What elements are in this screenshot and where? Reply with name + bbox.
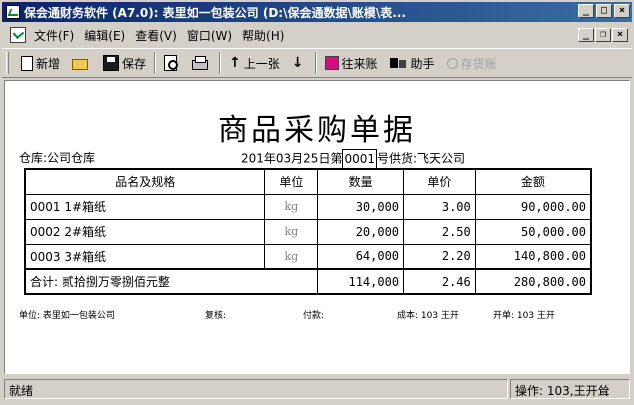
col-header-price: 单价 — [403, 168, 476, 195]
save-label: 保存 — [122, 56, 147, 71]
item-name-cell[interactable]: 0001 1#箱纸 — [24, 193, 266, 220]
next-record-button[interactable]: ↓ — [286, 51, 313, 75]
qty-cell[interactable]: 30,000 — [317, 193, 405, 220]
window-title: 保会通财务软件 (A7.0): 表里如一包装公司 (D:\保会通数据\账模\表.… — [24, 5, 406, 20]
price-cell[interactable]: 2.20 — [403, 243, 476, 270]
new-label: 新增 — [36, 56, 61, 71]
status-operator: 操作: 103,王开耸 — [510, 379, 630, 399]
col-header-unit: 单位 — [264, 168, 319, 195]
qty-cell[interactable]: 64,000 — [317, 243, 405, 270]
footer-cost: 成本: 103 王开 — [397, 311, 459, 321]
total-qty: 114,000 — [317, 268, 405, 295]
warehouse-field[interactable]: 仓库:公司仓库 — [19, 149, 95, 166]
helper-button[interactable]: 助手 — [384, 51, 441, 75]
unit-cell[interactable]: kg — [264, 218, 319, 245]
ledger-icon — [324, 56, 339, 70]
document-area: 商品采购单据 仓库:公司仓库 201年03月25日第 0001 号供货:飞天公司 品… — [4, 80, 630, 374]
arrow-down-icon: ↓ — [291, 55, 304, 71]
bill-number-input[interactable]: 0001 — [342, 149, 377, 169]
menu-help[interactable]: 帮助(H) — [240, 27, 292, 44]
stock-label: 存货账 — [460, 56, 497, 71]
qty-cell[interactable]: 20,000 — [317, 218, 405, 245]
toolbar: 新增 保存 ↑ 上一张 ↓ 往来账 助手 存货账 — [2, 48, 632, 78]
preview-button[interactable] — [158, 51, 186, 75]
footer-company: 单位: 表里如一包装公司 — [19, 311, 115, 321]
supplier-field[interactable]: 供货:飞天公司 — [389, 152, 465, 166]
title-bar[interactable]: 保会通财务软件 (A7.0): 表里如一包装公司 (D:\保会通数据\账模\表.… — [2, 2, 632, 22]
table-header-row: 品名及规格 单位 数量 单价 金额 — [24, 168, 592, 195]
amount-cell[interactable]: 140,800.00 — [474, 243, 592, 270]
assistant-icon — [389, 55, 408, 71]
price-cell[interactable]: 3.00 — [403, 193, 476, 220]
child-restore-button[interactable]: ❐ — [595, 28, 611, 42]
table-row[interactable]: 0001 1#箱纸 kg 30,000 3.00 90,000.00 — [24, 193, 592, 220]
amount-cell[interactable]: 50,000.00 — [474, 218, 592, 245]
table-row[interactable]: 0003 3#箱纸 kg 64,000 2.20 140,800.00 — [24, 243, 592, 270]
col-header-qty: 数量 — [317, 168, 405, 195]
arrow-up-icon: ↑ — [229, 55, 241, 71]
item-name-cell[interactable]: 0003 3#箱纸 — [24, 243, 266, 270]
app-icon[interactable] — [6, 5, 20, 19]
price-cell[interactable]: 2.50 — [403, 218, 476, 245]
footer-payment: 付款: — [303, 311, 325, 321]
printer-icon — [192, 56, 209, 70]
purchase-table: 品名及规格 单位 数量 单价 金额 0001 1#箱纸 kg 30,000 3.… — [24, 168, 592, 295]
child-close-button[interactable]: × — [612, 28, 628, 42]
footer-maker: 开单: 103 王开 — [493, 311, 555, 321]
total-price: 2.46 — [403, 268, 476, 295]
save-button[interactable]: 保存 — [97, 51, 152, 75]
date-year[interactable]: 201 — [241, 152, 264, 166]
menu-bar: 文件(F) 编辑(E) 查看(V) 窗口(W) 帮助(H) _ ❐ × — [2, 24, 632, 46]
document-icon[interactable] — [10, 27, 26, 43]
open-button[interactable] — [66, 51, 97, 75]
contacts-label: 往来账 — [341, 56, 378, 71]
toolbar-separator — [314, 52, 317, 74]
prev-record-button[interactable]: ↑ 上一张 — [223, 51, 286, 75]
search-icon — [446, 58, 458, 69]
status-message: 就绪 — [4, 379, 508, 399]
table-row[interactable]: 0002 2#箱纸 kg 20,000 2.50 50,000.00 — [24, 218, 592, 245]
date-number-line: 201年03月25日第 0001 号供货:飞天公司 — [241, 149, 465, 169]
helper-label: 助手 — [410, 56, 435, 71]
status-bar: 就绪 操作: 103,王开耸 — [2, 378, 632, 400]
number-suffix: 号 — [377, 151, 390, 166]
toolbar-separator — [154, 52, 157, 74]
stock-ledger-button[interactable]: 存货账 — [441, 51, 503, 75]
footer-review: 复核: — [205, 311, 227, 321]
menu-view[interactable]: 查看(V) — [133, 27, 185, 44]
toolbar-grip[interactable] — [6, 52, 9, 74]
unit-cell[interactable]: kg — [264, 243, 319, 270]
menu-window[interactable]: 窗口(W) — [185, 27, 240, 44]
item-name-cell[interactable]: 0002 2#箱纸 — [24, 218, 266, 245]
main-window: 保会通财务软件 (A7.0): 表里如一包装公司 (D:\保会通数据\账模\表.… — [0, 0, 634, 405]
total-amount: 280,800.00 — [474, 268, 592, 295]
child-minimize-button[interactable]: _ — [578, 28, 594, 42]
total-row: 合计: 贰拾捌万零捌佰元整 114,000 2.46 280,800.00 — [24, 268, 592, 295]
amount-cell[interactable]: 90,000.00 — [474, 193, 592, 220]
date-rest[interactable]: 年03月25日第 — [264, 152, 343, 166]
folder-icon — [72, 59, 89, 70]
prev-label: 上一张 — [243, 56, 280, 71]
toolbar-separator — [219, 52, 222, 74]
menu-file[interactable]: 文件(F) — [32, 27, 82, 44]
print-preview-icon — [164, 55, 179, 71]
new-button[interactable]: 新增 — [13, 51, 66, 75]
close-button[interactable]: × — [614, 4, 630, 18]
new-document-icon — [21, 55, 33, 71]
document-title: 商品采购单据 — [218, 113, 416, 148]
print-button[interactable] — [186, 51, 217, 75]
contacts-ledger-button[interactable]: 往来账 — [319, 51, 384, 75]
col-header-name: 品名及规格 — [24, 168, 266, 195]
maximize-button[interactable]: □ — [596, 4, 612, 18]
menu-edit[interactable]: 编辑(E) — [82, 27, 133, 44]
minimize-button[interactable]: _ — [578, 4, 594, 18]
unit-cell[interactable]: kg — [264, 193, 319, 220]
total-label: 合计: 贰拾捌万零捌佰元整 — [24, 268, 319, 295]
floppy-icon — [103, 55, 120, 71]
col-header-amount: 金额 — [474, 168, 592, 195]
